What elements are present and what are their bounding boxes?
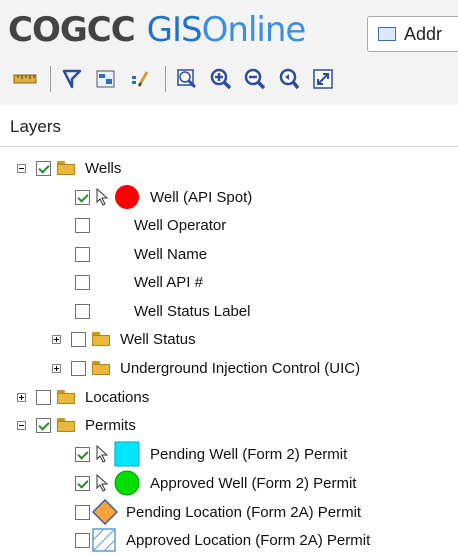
select-icon bbox=[96, 70, 115, 88]
layer-label-pending-well: Pending Well (Form 2) Permit bbox=[150, 445, 348, 463]
edit-icon bbox=[132, 71, 149, 87]
checkbox-locations[interactable] bbox=[36, 389, 51, 405]
checkbox-well-operator[interactable] bbox=[75, 217, 90, 233]
full-extent-icon bbox=[313, 69, 333, 89]
layer-approved-well: Approved Well (Form 2) Permit bbox=[75, 469, 356, 497]
hatched-square-icon bbox=[92, 528, 116, 552]
layer-label-well-api-num: Well API # bbox=[134, 273, 203, 291]
address-search-button[interactable]: Addr bbox=[367, 16, 458, 52]
layer-label-approved-location: Approved Location (Form 2A) Permit bbox=[126, 531, 371, 549]
identify-button[interactable] bbox=[59, 66, 85, 92]
zoom-previous-button[interactable] bbox=[276, 66, 302, 92]
checkbox-well-name[interactable] bbox=[75, 246, 90, 262]
collapse-toggle-wells[interactable] bbox=[17, 163, 26, 173]
zoom-out-button[interactable] bbox=[242, 66, 268, 92]
zoom-to-box-icon bbox=[177, 69, 197, 89]
layer-well-api-spot: Well (API Spot) bbox=[75, 183, 252, 211]
layer-pending-location: Pending Location (Form 2A) Permit bbox=[75, 498, 361, 526]
edit-button[interactable] bbox=[127, 66, 153, 92]
layer-label-well-operator: Well Operator bbox=[134, 216, 227, 234]
pointer-cursor-icon bbox=[96, 445, 109, 463]
select-button[interactable] bbox=[93, 66, 119, 92]
folder-icon bbox=[92, 332, 110, 346]
checkbox-uic[interactable] bbox=[71, 360, 86, 376]
layer-group-wells: Wells bbox=[17, 154, 121, 182]
layer-label-well-api-spot: Well (API Spot) bbox=[150, 188, 253, 206]
brand-cogcc: COGCC bbox=[8, 10, 136, 50]
zoom-to-box-button[interactable] bbox=[174, 66, 200, 92]
red-circle-icon bbox=[115, 185, 139, 209]
folder-icon bbox=[92, 361, 110, 375]
expand-toggle-locations[interactable] bbox=[17, 392, 26, 402]
layer-label-well-status-label: Well Status Label bbox=[134, 302, 251, 320]
folder-icon bbox=[57, 390, 75, 404]
layer-group-well-status: Well Status bbox=[52, 325, 196, 353]
measure-icon bbox=[13, 74, 37, 84]
full-extent-button[interactable] bbox=[310, 66, 336, 92]
checkbox-well-api-spot[interactable] bbox=[75, 189, 90, 205]
checkbox-well-status[interactable] bbox=[71, 331, 86, 347]
layer-label-pending-location: Pending Location (Form 2A) Permit bbox=[126, 503, 362, 521]
zoom-previous-icon bbox=[279, 68, 300, 90]
checkbox-well-api-num[interactable] bbox=[75, 274, 90, 290]
layer-well-status-label: Well Status Label bbox=[75, 297, 250, 325]
layers-panel-title: Layers bbox=[10, 117, 62, 136]
orange-diamond-icon bbox=[92, 499, 118, 525]
toolbar-separator-2 bbox=[165, 66, 166, 92]
folder-icon bbox=[57, 161, 75, 175]
layer-well-api-num: Well API # bbox=[75, 268, 203, 296]
layer-label-uic: Underground Injection Control (UIC) bbox=[120, 359, 361, 377]
cyan-square-icon bbox=[114, 441, 140, 467]
layer-group-uic: Underground Injection Control (UIC) bbox=[52, 354, 360, 382]
expand-toggle-well-status[interactable] bbox=[52, 334, 61, 344]
pointer-cursor-icon bbox=[96, 188, 109, 206]
checkbox-pending-location[interactable] bbox=[75, 504, 90, 520]
layer-label-wells: Wells bbox=[85, 159, 122, 177]
brand-gis: GIS bbox=[146, 10, 203, 50]
layer-well-name: Well Name bbox=[75, 240, 207, 268]
map-toolbar bbox=[12, 62, 344, 96]
layer-label-well-name: Well Name bbox=[134, 245, 208, 263]
checkbox-wells[interactable] bbox=[36, 160, 51, 176]
pointer-cursor-icon bbox=[96, 474, 109, 492]
layer-group-permits: Permits bbox=[17, 411, 136, 439]
panel-divider bbox=[0, 146, 458, 147]
checkbox-approved-well[interactable] bbox=[75, 475, 90, 491]
layer-pending-well: Pending Well (Form 2) Permit bbox=[75, 440, 347, 468]
app-logo: COGCC GIS Online bbox=[8, 10, 307, 58]
brand-online: Online bbox=[201, 10, 307, 50]
layer-label-locations: Locations bbox=[85, 388, 150, 406]
folder-icon bbox=[57, 418, 75, 432]
zoom-in-button[interactable] bbox=[208, 66, 234, 92]
zoom-in-icon bbox=[210, 68, 232, 90]
app-header: COGCC GIS Online Addr bbox=[0, 0, 458, 105]
layer-label-well-status: Well Status bbox=[120, 330, 196, 348]
address-button-label: Addr bbox=[404, 23, 443, 44]
layer-label-permits: Permits bbox=[85, 416, 136, 434]
checkbox-pending-well[interactable] bbox=[75, 446, 90, 462]
layer-label-approved-well: Approved Well (Form 2) Permit bbox=[150, 474, 357, 492]
layer-approved-location: Approved Location (Form 2A) Permit bbox=[75, 526, 370, 554]
layer-group-locations: Locations bbox=[17, 383, 149, 411]
checkbox-well-status-label[interactable] bbox=[75, 303, 90, 319]
checkbox-permits[interactable] bbox=[36, 417, 51, 433]
layer-well-operator: Well Operator bbox=[75, 211, 226, 239]
toolbar-separator bbox=[50, 66, 51, 92]
checkbox-approved-location[interactable] bbox=[75, 532, 90, 548]
address-icon bbox=[378, 27, 396, 41]
green-circle-icon bbox=[114, 470, 140, 496]
collapse-toggle-permits[interactable] bbox=[17, 420, 26, 430]
expand-toggle-uic[interactable] bbox=[52, 363, 61, 373]
zoom-out-icon bbox=[244, 68, 266, 90]
identify-icon bbox=[62, 69, 82, 89]
measure-button[interactable] bbox=[12, 66, 38, 92]
